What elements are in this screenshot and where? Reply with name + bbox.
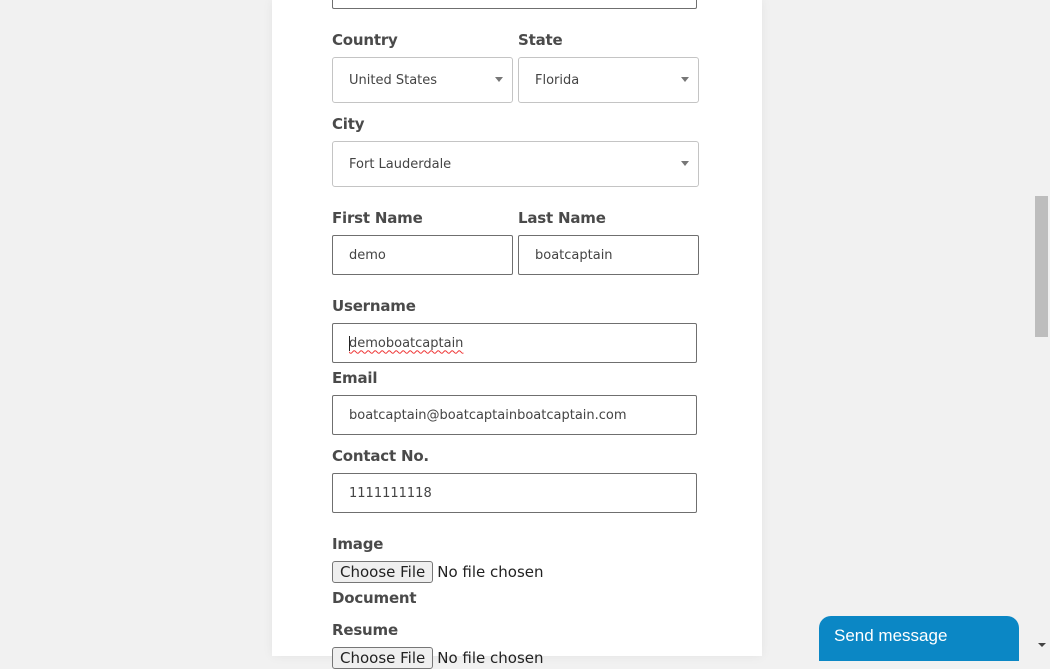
country-label: Country: [332, 31, 398, 49]
send-message-label: Send message: [834, 626, 948, 645]
resume-file-input[interactable]: Choose File No file chosen: [332, 647, 544, 669]
first-name-value: demo: [349, 247, 386, 263]
resume-file-status: No file chosen: [437, 649, 544, 667]
first-name-label: First Name: [332, 209, 423, 227]
caret-down-icon[interactable]: [1038, 643, 1046, 647]
caret-down-icon: [681, 77, 689, 82]
contact-value: 1111111118: [349, 485, 432, 501]
country-value: United States: [349, 72, 438, 88]
previous-field[interactable]: [332, 0, 697, 9]
state-label: State: [518, 31, 563, 49]
caret-down-icon: [495, 77, 503, 82]
image-file-status: No file chosen: [437, 563, 544, 581]
first-name-input[interactable]: demo: [332, 235, 513, 275]
username-value: demoboatcaptain: [349, 335, 464, 351]
resume-choose-file-button[interactable]: Choose File: [332, 647, 434, 669]
state-select[interactable]: Florida: [518, 57, 699, 103]
email-input[interactable]: boatcaptain@boatcaptainboatcaptain.com: [332, 395, 697, 435]
registration-form-card: Country United States State Florida City…: [272, 0, 762, 669]
username-label: Username: [332, 297, 416, 315]
scrollbar-thumb[interactable]: [1035, 196, 1048, 337]
username-input[interactable]: demoboatcaptain: [332, 323, 697, 363]
contact-input[interactable]: 1111111118: [332, 473, 697, 513]
email-value: boatcaptain@boatcaptainboatcaptain.com: [349, 407, 627, 423]
city-value: Fort Lauderdale: [349, 156, 452, 172]
resume-label: Resume: [332, 621, 398, 639]
state-value: Florida: [535, 72, 580, 88]
image-choose-file-button[interactable]: Choose File: [332, 561, 434, 583]
email-label: Email: [332, 369, 378, 387]
image-file-input[interactable]: Choose File No file chosen: [332, 561, 544, 583]
document-label: Document: [332, 589, 417, 607]
contact-label: Contact No.: [332, 447, 429, 465]
last-name-input[interactable]: boatcaptain: [518, 235, 699, 275]
image-label: Image: [332, 535, 384, 553]
send-message-chat-button[interactable]: Send message: [819, 616, 1019, 661]
country-select[interactable]: United States: [332, 57, 513, 103]
caret-down-icon: [681, 161, 689, 166]
city-label: City: [332, 115, 365, 133]
last-name-value: boatcaptain: [535, 247, 613, 263]
last-name-label: Last Name: [518, 209, 606, 227]
city-select[interactable]: Fort Lauderdale: [332, 141, 699, 187]
